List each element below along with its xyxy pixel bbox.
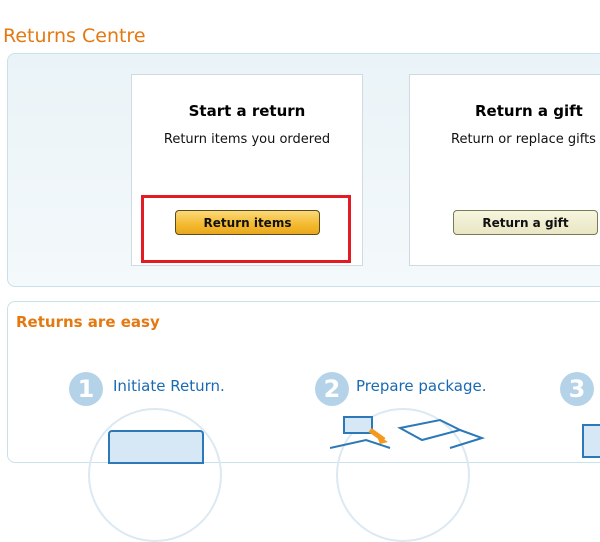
step-1-illustration-circle [88,408,222,542]
step-1-number-icon: 1 [69,372,103,406]
computer-icon [108,430,204,464]
start-return-subtext: Return items you ordered [163,132,331,147]
step-2-number-icon: 2 [315,372,349,406]
step-2-label: Prepare package. [356,377,487,395]
step-3-illustration [582,424,600,458]
step-1-label: Initiate Return. [113,377,225,395]
return-gift-button[interactable]: Return a gift [453,210,598,235]
return-gift-heading: Return a gift [475,102,583,120]
return-gift-subtext: Return or replace gifts [451,132,596,147]
package-icon [330,416,486,449]
step-3-number-icon: 3 [560,372,594,406]
page-title: Returns Centre [3,25,146,47]
return-gift-card: Return a gift Return or replace gifts [409,74,600,266]
highlight-box [141,195,351,263]
start-return-heading: Start a return [188,102,306,120]
returns-easy-title: Returns are easy [16,313,160,331]
